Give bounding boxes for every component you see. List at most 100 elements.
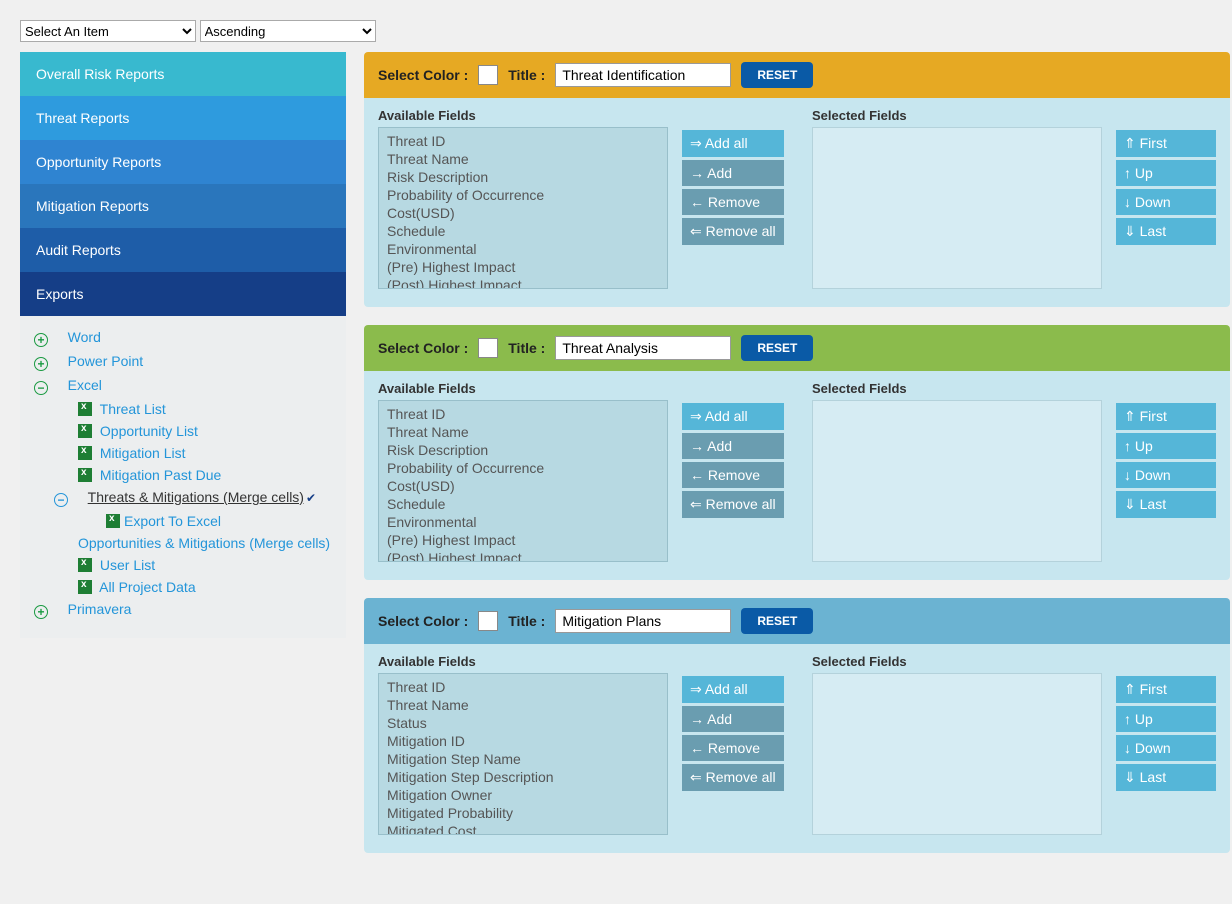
top-bar: Select An Item Ascending [20, 20, 1212, 42]
title-label: Title : [508, 340, 545, 356]
available-fields-label: Available Fields [378, 108, 668, 123]
list-item[interactable]: Threat Name [387, 696, 659, 714]
selected-fields-label: Selected Fields [812, 654, 1102, 669]
last-button[interactable]: ⇓ Last [1116, 218, 1216, 245]
selected-fields-list[interactable] [812, 400, 1102, 562]
first-button[interactable]: ⇑ First [1116, 676, 1216, 703]
down-button[interactable]: ↓ Down [1116, 189, 1216, 215]
remove-button[interactable]: ← Remove [682, 462, 784, 488]
title-input[interactable] [555, 336, 731, 360]
remove-button[interactable]: ← Remove [682, 189, 784, 215]
list-item[interactable]: Threat ID [387, 678, 659, 696]
config-panel: Select Color :Title :RESETAvailable Fiel… [364, 52, 1230, 307]
add-all-button[interactable]: ⇒ Add all [682, 403, 784, 430]
select-order-dropdown[interactable]: Ascending [200, 20, 376, 42]
add-button[interactable]: → Add [682, 433, 784, 459]
color-swatch[interactable] [478, 65, 498, 85]
selected-fields-list[interactable] [812, 673, 1102, 835]
list-item[interactable]: Status [387, 714, 659, 732]
list-item[interactable]: Cost(USD) [387, 204, 659, 222]
list-item[interactable]: Threat Name [387, 150, 659, 168]
reset-button[interactable]: RESET [741, 335, 813, 361]
selected-fields-list[interactable] [812, 127, 1102, 289]
list-item[interactable]: Threat ID [387, 405, 659, 423]
tree-user-list[interactable]: User List [100, 557, 155, 573]
collapse-icon[interactable]: − [34, 381, 48, 395]
down-button[interactable]: ↓ Down [1116, 735, 1216, 761]
add-button[interactable]: → Add [682, 706, 784, 732]
add-button[interactable]: → Add [682, 160, 784, 186]
nav-audit-reports[interactable]: Audit Reports [20, 228, 346, 272]
tree-excel[interactable]: Excel [68, 377, 102, 393]
remove-all-button[interactable]: ⇐ Remove all [682, 764, 784, 791]
list-item[interactable]: Schedule [387, 495, 659, 513]
list-item[interactable]: (Post) Highest Impact [387, 549, 659, 562]
list-item[interactable]: Environmental [387, 240, 659, 258]
last-button[interactable]: ⇓ Last [1116, 764, 1216, 791]
up-button[interactable]: ↑ Up [1116, 160, 1216, 186]
tree-export-to-excel[interactable]: Export To Excel [124, 513, 221, 529]
reset-button[interactable]: RESET [741, 62, 813, 88]
list-item[interactable]: (Post) Highest Impact [387, 276, 659, 289]
remove-all-button[interactable]: ⇐ Remove all [682, 218, 784, 245]
list-item[interactable]: Mitigated Cost [387, 822, 659, 835]
list-item[interactable]: Mitigation ID [387, 732, 659, 750]
tree-opportunity-list[interactable]: Opportunity List [100, 423, 198, 439]
tree-primavera[interactable]: Primavera [68, 601, 132, 617]
up-button[interactable]: ↑ Up [1116, 706, 1216, 732]
remove-button[interactable]: ← Remove [682, 735, 784, 761]
list-item[interactable]: Threat ID [387, 132, 659, 150]
up-button[interactable]: ↑ Up [1116, 433, 1216, 459]
list-item[interactable]: (Pre) Highest Impact [387, 531, 659, 549]
tree-mitigation-list[interactable]: Mitigation List [100, 445, 186, 461]
expand-icon[interactable]: + [34, 357, 48, 371]
tree-powerpoint[interactable]: Power Point [68, 353, 143, 369]
title-input[interactable] [555, 63, 731, 87]
tree-threats-mitigations[interactable]: Threats & Mitigations (Merge cells) [88, 489, 304, 505]
nav-threat-reports[interactable]: Threat Reports [20, 96, 346, 140]
tree-all-project-data[interactable]: All Project Data [99, 579, 195, 595]
list-item[interactable]: Risk Description [387, 168, 659, 186]
nav-mitigation-reports[interactable]: Mitigation Reports [20, 184, 346, 228]
list-item[interactable]: Probability of Occurrence [387, 186, 659, 204]
reset-button[interactable]: RESET [741, 608, 813, 634]
title-label: Title : [508, 613, 545, 629]
nav-overall-risk-reports[interactable]: Overall Risk Reports [20, 52, 346, 96]
add-all-button[interactable]: ⇒ Add all [682, 130, 784, 157]
last-button[interactable]: ⇓ Last [1116, 491, 1216, 518]
nav-opportunity-reports[interactable]: Opportunity Reports [20, 140, 346, 184]
down-button[interactable]: ↓ Down [1116, 462, 1216, 488]
list-item[interactable]: Cost(USD) [387, 477, 659, 495]
color-swatch[interactable] [478, 611, 498, 631]
list-item[interactable]: (Pre) Highest Impact [387, 258, 659, 276]
list-item[interactable]: Mitigation Step Description [387, 768, 659, 786]
nav-exports[interactable]: Exports [20, 272, 346, 316]
list-item[interactable]: Mitigation Owner [387, 786, 659, 804]
select-color-label: Select Color : [378, 67, 468, 83]
first-button[interactable]: ⇑ First [1116, 130, 1216, 157]
list-item[interactable]: Schedule [387, 222, 659, 240]
list-item[interactable]: Threat Name [387, 423, 659, 441]
select-item-dropdown[interactable]: Select An Item [20, 20, 196, 42]
title-input[interactable] [555, 609, 731, 633]
list-item[interactable]: Environmental [387, 513, 659, 531]
first-button[interactable]: ⇑ First [1116, 403, 1216, 430]
excel-icon [78, 468, 92, 482]
available-fields-list[interactable]: Threat IDThreat NameRisk DescriptionProb… [378, 400, 668, 562]
list-item[interactable]: Mitigated Probability [387, 804, 659, 822]
list-item[interactable]: Probability of Occurrence [387, 459, 659, 477]
list-item[interactable]: Mitigation Step Name [387, 750, 659, 768]
tree-mitigation-past-due[interactable]: Mitigation Past Due [100, 467, 221, 483]
list-item[interactable]: Risk Description [387, 441, 659, 459]
color-swatch[interactable] [478, 338, 498, 358]
remove-all-button[interactable]: ⇐ Remove all [682, 491, 784, 518]
tree-threat-list[interactable]: Threat List [100, 401, 166, 417]
add-all-button[interactable]: ⇒ Add all [682, 676, 784, 703]
available-fields-list[interactable]: Threat IDThreat NameRisk DescriptionProb… [378, 127, 668, 289]
tree-opportunities-mitigations[interactable]: Opportunities & Mitigations (Merge cells… [78, 535, 330, 551]
expand-icon[interactable]: + [34, 605, 48, 619]
expand-icon[interactable]: + [34, 333, 48, 347]
available-fields-list[interactable]: Threat IDThreat NameStatusMitigation IDM… [378, 673, 668, 835]
tree-word[interactable]: Word [68, 329, 101, 345]
collapse-icon[interactable]: − [54, 493, 68, 507]
